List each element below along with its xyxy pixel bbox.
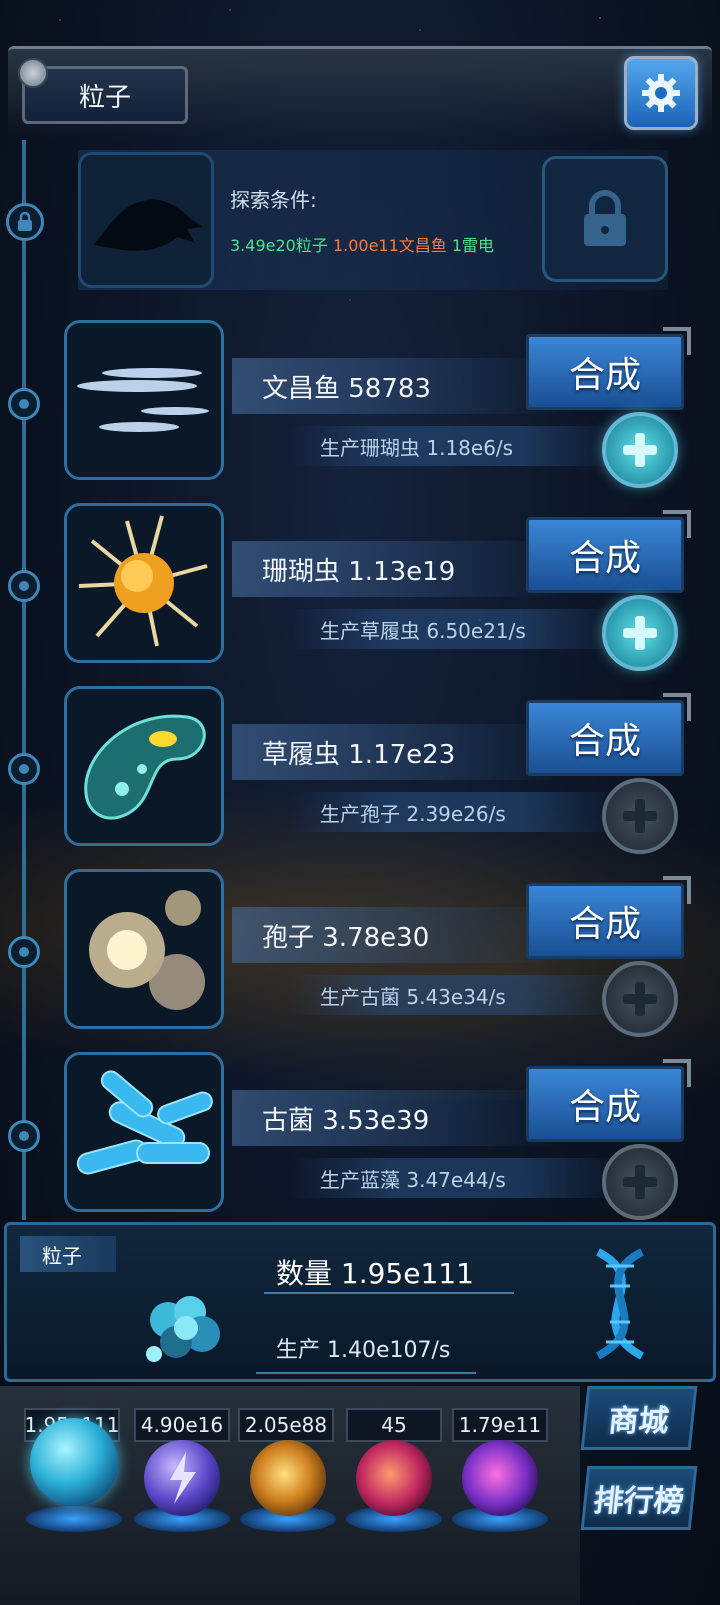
resource-value: 45 bbox=[346, 1408, 442, 1442]
archaea-image bbox=[64, 1052, 224, 1212]
gear-icon bbox=[642, 74, 680, 112]
dna-icon bbox=[596, 1248, 644, 1360]
upgrade-button[interactable] bbox=[602, 412, 678, 488]
upgrade-button[interactable] bbox=[602, 1144, 678, 1220]
divider bbox=[264, 1292, 514, 1294]
galaxy-orb-button[interactable] bbox=[462, 1440, 538, 1516]
creature-name: 古菌 3.53e39 bbox=[232, 1090, 562, 1146]
lock-icon bbox=[18, 212, 32, 231]
particle-cluster-icon bbox=[146, 1296, 220, 1362]
creature-production: 生产孢子 2.39e26/s bbox=[290, 792, 620, 832]
panel-tab: 粒子 bbox=[20, 1236, 116, 1272]
particle-count: 数量 1.95e111 bbox=[276, 1257, 474, 1290]
lightning-icon bbox=[170, 1452, 196, 1504]
condition-thunder: 1雷电 bbox=[451, 236, 495, 255]
synthesize-button[interactable]: 合成 bbox=[526, 693, 691, 776]
creature-row-coral: 珊瑚虫 1.13e19 生产草履虫 6.50e21/s 合成 bbox=[0, 503, 720, 673]
synthesize-button[interactable]: 合成 bbox=[526, 327, 691, 410]
creature-name: 草履虫 1.17e23 bbox=[232, 724, 562, 780]
coral-polyp-image bbox=[64, 503, 224, 663]
orb-base bbox=[26, 1506, 122, 1532]
fish-icon bbox=[77, 368, 209, 432]
condition-amphioxus: 1.00e11文昌鱼 bbox=[332, 236, 447, 255]
creature-production: 生产草履虫 6.50e21/s bbox=[290, 609, 620, 649]
paramecium-image bbox=[64, 686, 224, 846]
padlock-icon bbox=[584, 190, 626, 246]
particle-production: 生产 1.40e107/s bbox=[276, 1338, 451, 1363]
explore-conditions: 3.49e20粒子 1.00e11文昌鱼 1雷电 bbox=[230, 232, 494, 256]
creature-silhouette-icon bbox=[93, 199, 203, 251]
upgrade-button[interactable] bbox=[602, 778, 678, 854]
creature-production: 生产蓝藻 3.47e44/s bbox=[290, 1158, 620, 1198]
synthesize-button[interactable]: 合成 bbox=[526, 510, 691, 593]
upgrade-button[interactable] bbox=[602, 961, 678, 1037]
unlock-button[interactable] bbox=[542, 156, 668, 282]
creature-production: 生产珊瑚虫 1.18e6/s bbox=[290, 426, 620, 466]
shop-button[interactable]: 商城 bbox=[580, 1386, 698, 1450]
locked-creature-silhouette bbox=[78, 152, 214, 288]
creature-row-paramecium: 草履虫 1.17e23 生产孢子 2.39e26/s 合成 bbox=[0, 686, 720, 856]
creature-name: 文昌鱼 58783 bbox=[232, 358, 562, 414]
paramecium-icon bbox=[84, 714, 206, 820]
creature-row-archaea: 古菌 3.53e39 生产蓝藻 3.47e44/s 合成 bbox=[0, 1052, 720, 1222]
creature-row-spore: 孢子 3.78e30 生产古菌 5.43e34/s 合成 bbox=[0, 869, 720, 1039]
fire-orb-button[interactable] bbox=[250, 1440, 326, 1516]
creature-name: 孢子 3.78e30 bbox=[232, 907, 562, 963]
creature-name: 珊瑚虫 1.13e19 bbox=[232, 541, 562, 597]
rail-lock-node bbox=[6, 203, 44, 241]
upgrade-button[interactable] bbox=[602, 595, 678, 671]
condition-particle: 3.49e20粒子 bbox=[230, 236, 328, 255]
amphioxus-image bbox=[64, 320, 224, 480]
explore-condition-label: 探索条件: bbox=[230, 188, 317, 212]
leaderboard-button[interactable]: 排行榜 bbox=[580, 1466, 698, 1530]
spore-image bbox=[64, 869, 224, 1029]
creature-production: 生产古菌 5.43e34/s bbox=[290, 975, 620, 1015]
archaea-icon bbox=[76, 1070, 213, 1175]
thunder-orb-button[interactable] bbox=[144, 1440, 220, 1516]
bolt-icon bbox=[18, 58, 48, 88]
spore-icon bbox=[89, 890, 205, 1010]
resource-value: 2.05e88 bbox=[238, 1408, 334, 1442]
resource-value: 4.90e16 bbox=[134, 1408, 230, 1442]
synthesize-button[interactable]: 合成 bbox=[526, 1059, 691, 1142]
settings-button[interactable] bbox=[624, 56, 698, 130]
resource-value: 1.79e11 bbox=[452, 1408, 548, 1442]
brain-orb-button[interactable] bbox=[356, 1440, 432, 1516]
particle-orb-button[interactable] bbox=[30, 1418, 118, 1506]
synthesize-button[interactable]: 合成 bbox=[526, 876, 691, 959]
coral-polyp-icon bbox=[78, 515, 208, 647]
creature-row-amphioxus: 文昌鱼 58783 生产珊瑚虫 1.18e6/s 合成 bbox=[0, 320, 720, 490]
divider bbox=[256, 1372, 476, 1374]
